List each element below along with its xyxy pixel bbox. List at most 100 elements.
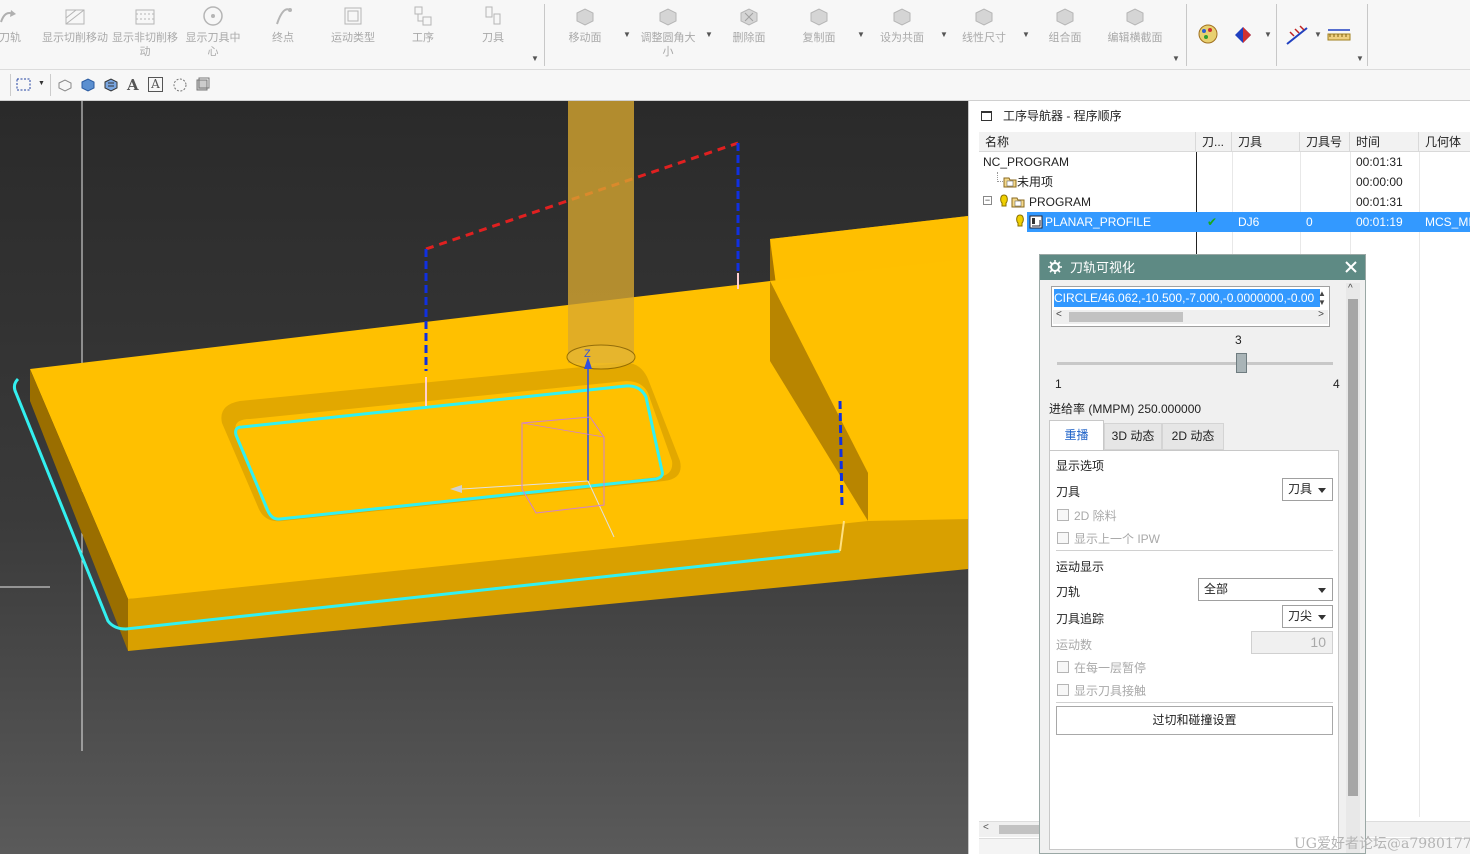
ribbon-more-caret-icon[interactable]: ▼: [1172, 54, 1180, 63]
list-spin-icon[interactable]: ▲ ▼: [1318, 289, 1327, 307]
shaded-edges-icon[interactable]: [103, 77, 119, 93]
chevron-down-icon: [1318, 488, 1326, 493]
scroll-up-icon[interactable]: ^: [1348, 283, 1353, 294]
circle-filter-icon[interactable]: [172, 77, 188, 93]
ribbon-copy-face-button[interactable]: 复制面: [794, 2, 844, 66]
ribbon-tool-button[interactable]: 刀具: [468, 2, 518, 66]
annotation-text-icon[interactable]: A: [127, 76, 139, 94]
ribbon-combine-faces-button[interactable]: 组合面: [1040, 2, 1090, 66]
palette-analysis-icon[interactable]: [1196, 22, 1220, 46]
rectangle-select-icon[interactable]: [16, 77, 32, 93]
close-icon[interactable]: [1343, 259, 1359, 275]
ribbon-endpoint-button[interactable]: 终点: [258, 2, 308, 66]
ribbon-move-face-button[interactable]: 移动面: [560, 2, 610, 66]
show-tool-contact-checkbox[interactable]: [1057, 684, 1069, 696]
collapse-toggle-icon[interactable]: −: [983, 196, 992, 205]
make-coplanar-caret-icon[interactable]: ▼: [940, 30, 948, 39]
scroll-left-icon[interactable]: <: [1056, 309, 1062, 320]
list-scroll-thumb[interactable]: [1069, 312, 1183, 322]
ribbon-separator: [1276, 4, 1277, 66]
graphics-viewport[interactable]: Z: [0, 101, 968, 854]
column-time[interactable]: 时间: [1350, 132, 1419, 152]
ribbon-show-cut-moves-button[interactable]: 显示切削移动: [42, 2, 108, 66]
planar-profile-icon: [1029, 215, 1043, 229]
feedrate-readout: 进给率 (MMPM) 250.000000: [1049, 402, 1202, 416]
linear-dimension-caret-icon[interactable]: ▼: [1022, 30, 1030, 39]
toolpath-listbox[interactable]: CIRCLE/46.062,-10.500,-7.000,-0.0000000,…: [1051, 286, 1330, 327]
speed-slider-track[interactable]: [1057, 362, 1333, 365]
ribbon-tool-center-button[interactable]: 显示刀具中心: [182, 2, 244, 66]
copy-face-caret-icon[interactable]: ▼: [857, 30, 865, 39]
toolpath-display-label: 刀轨: [1056, 585, 1081, 599]
select-caret-icon[interactable]: ▼: [38, 80, 45, 87]
ribbon-operation-button[interactable]: 工序: [398, 2, 448, 66]
measure-distance-icon[interactable]: [1326, 26, 1352, 46]
watermark-label: UG爱好者论坛@a7980177: [1294, 836, 1470, 852]
ribbon-more-caret-icon[interactable]: ▼: [531, 54, 539, 63]
navigator-column-header: 名称 刀... 刀具 刀具号 时间 几何体: [979, 132, 1470, 152]
cutter-body: [568, 101, 634, 363]
column-path[interactable]: 刀...: [1196, 132, 1232, 152]
display-mode-icon[interactable]: [1232, 24, 1258, 46]
tool-center-icon: [203, 6, 223, 26]
restore-window-icon[interactable]: [981, 111, 992, 121]
ribbon-more-caret-icon[interactable]: ▼: [1356, 54, 1364, 63]
tree-row-nc-program[interactable]: NC_PROGRAM 00:01:31: [979, 152, 1470, 172]
scroll-thumb[interactable]: [999, 825, 1041, 834]
tab-3d-dynamic[interactable]: 3D 动态: [1104, 423, 1162, 450]
measure-caret-icon[interactable]: ▼: [1314, 30, 1322, 39]
ribbon-motion-type-button[interactable]: 运动类型: [322, 2, 384, 66]
tab-replay-label: 重播: [1064, 428, 1089, 442]
gouge-collision-settings-button[interactable]: 过切和碰撞设置: [1056, 706, 1333, 735]
annotation-box-icon[interactable]: A: [148, 77, 163, 92]
speed-slider-thumb[interactable]: [1235, 353, 1247, 373]
column-tool[interactable]: 刀具: [1232, 132, 1300, 152]
column-geometry[interactable]: 几何体: [1419, 132, 1470, 152]
ribbon-resize-blend-button[interactable]: 调整圆角大小: [636, 2, 700, 66]
move-face-caret-icon[interactable]: ▼: [623, 30, 631, 39]
gcode-line-text: CIRCLE/46.062,-10.500,-7.000,-0.0000000,…: [1054, 291, 1315, 305]
pause-each-layer-checkbox[interactable]: [1057, 661, 1069, 673]
tree-row-planar-profile[interactable]: PLANAR_PROFILE ✔ DJ6 0 00:01:19 MCS_MI: [979, 212, 1470, 232]
shaded-icon[interactable]: [80, 77, 96, 93]
scroll-left-icon[interactable]: <: [983, 822, 989, 833]
motion-count-value: 10: [1310, 634, 1326, 650]
gear-icon[interactable]: [1048, 260, 1062, 274]
column-name[interactable]: 名称: [979, 132, 1196, 152]
watermark-text: UG爱好者论坛@a7980177: [1294, 833, 1470, 853]
tool-trace-dropdown[interactable]: 刀尖: [1282, 605, 1333, 628]
dialog-title-bar: 刀轨可视化: [1040, 255, 1365, 280]
layer-filter-icon[interactable]: [195, 77, 211, 93]
ribbon-linear-dimension-button[interactable]: 线性尺寸: [956, 2, 1012, 66]
dialog-scroll-thumb[interactable]: [1348, 299, 1358, 796]
make-coplanar-icon: [893, 8, 911, 26]
ribbon-edit-section-button[interactable]: 编辑横截面: [1104, 2, 1166, 66]
tab-replay[interactable]: 重播: [1049, 420, 1104, 450]
ribbon-toolpath-button[interactable]: 刀轨: [0, 2, 28, 66]
scroll-right-icon[interactable]: >: [1318, 309, 1324, 320]
list-hscrollbar[interactable]: < >: [1053, 309, 1328, 324]
operation-icon: [414, 6, 432, 26]
grid-col-line: [1419, 152, 1420, 817]
display-mode-caret-icon[interactable]: ▼: [1264, 30, 1272, 39]
ribbon-make-coplanar-button[interactable]: 设为共面: [874, 2, 930, 66]
tab-2d-dynamic[interactable]: 2D 动态: [1162, 423, 1224, 450]
tool-display-dropdown[interactable]: 刀具: [1282, 478, 1333, 501]
measure-angle-icon[interactable]: [1284, 22, 1310, 48]
ribbon-show-noncut-moves-button[interactable]: 显示非切削移动: [112, 2, 178, 66]
motion-count-field[interactable]: 10: [1251, 631, 1333, 654]
show-prev-ipw-checkbox[interactable]: [1057, 532, 1069, 544]
toolpath-display-value: 全部: [1204, 582, 1229, 596]
tree-row-program[interactable]: − PROGRAM 00:01:31: [979, 192, 1470, 212]
cad-scene[interactable]: Z: [0, 101, 968, 854]
dialog-vertical-scrollbar[interactable]: ^: [1346, 283, 1360, 853]
wireframe-icon[interactable]: [57, 77, 73, 93]
ribbon-delete-face-button[interactable]: 删除面: [724, 2, 774, 66]
tree-row-unused[interactable]: 未用项 00:00:00: [979, 172, 1470, 192]
remove-2d-checkbox[interactable]: [1057, 509, 1069, 521]
ribbon-label: 移动面: [568, 32, 602, 44]
column-tool-number[interactable]: 刀具号: [1300, 132, 1350, 152]
selected-gcode-line[interactable]: CIRCLE/46.062,-10.500,-7.000,-0.0000000,…: [1054, 289, 1320, 307]
toolpath-display-dropdown[interactable]: 全部: [1198, 578, 1333, 601]
resize-blend-caret-icon[interactable]: ▼: [705, 30, 713, 39]
